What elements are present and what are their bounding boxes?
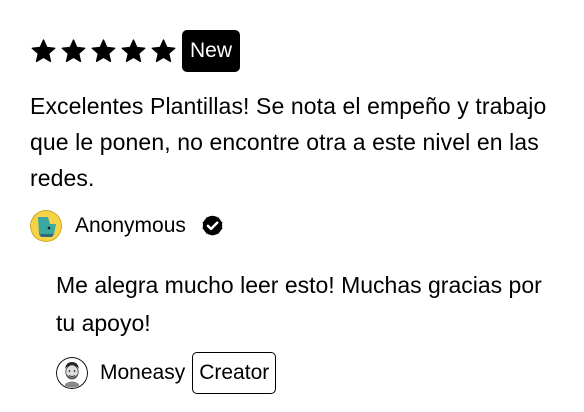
review-text: Excelentes Plantillas! Se nota el empeño… bbox=[30, 93, 547, 191]
star-icon bbox=[120, 38, 147, 65]
author-name: Anonymous bbox=[75, 214, 186, 237]
anonymous-avatar-icon bbox=[30, 210, 62, 242]
review-card: New Excelentes Plantillas! Se nota el em… bbox=[30, 30, 570, 243]
new-badge: New bbox=[182, 30, 241, 72]
star-icon bbox=[150, 38, 177, 65]
star-icon bbox=[30, 38, 57, 65]
creator-avatar-icon bbox=[56, 357, 88, 389]
verified-check-icon bbox=[200, 214, 225, 239]
star-rating bbox=[30, 38, 180, 65]
creator-reply: Me alegra mucho leer esto! Muchas gracia… bbox=[56, 266, 576, 395]
creator-name: Moneasy bbox=[100, 361, 186, 384]
rating-row: New bbox=[30, 30, 570, 72]
star-icon bbox=[90, 38, 117, 65]
review-author: Anonymous bbox=[30, 209, 570, 243]
reply-author: Moneasy Creator bbox=[56, 351, 576, 395]
star-icon bbox=[60, 38, 87, 65]
reply-text: Me alegra mucho leer esto! Muchas gracia… bbox=[56, 272, 542, 336]
creator-badge: Creator bbox=[192, 352, 277, 394]
